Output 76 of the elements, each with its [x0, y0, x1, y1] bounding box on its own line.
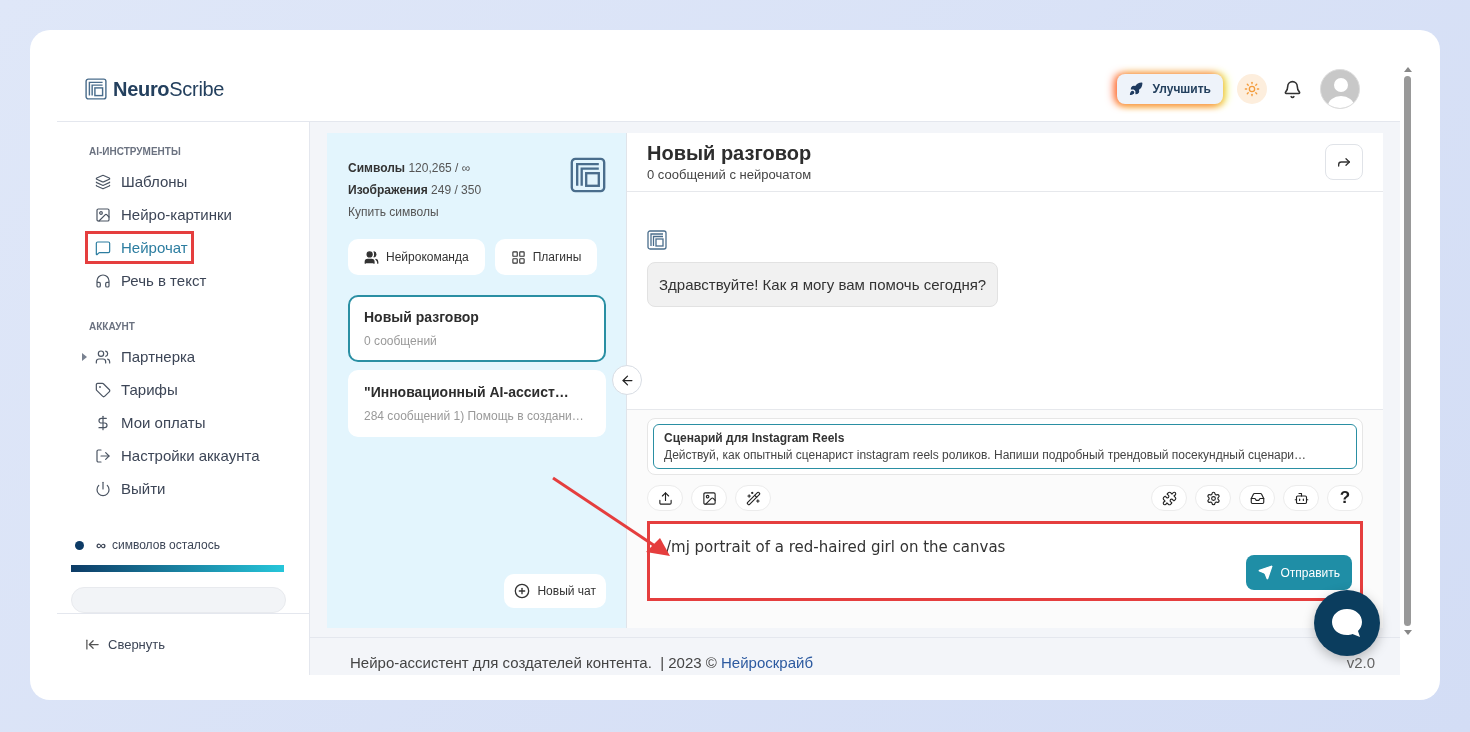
grid-icon [510, 249, 526, 265]
nav-item[interactable]: Настройки аккаунта [85, 439, 266, 472]
panel-button[interactable]: Плагины [494, 239, 598, 275]
section-title: АККАУНТ [89, 321, 136, 332]
send-button[interactable]: Отправить [1246, 555, 1352, 590]
nav-item[interactable]: Шаблоны [85, 165, 194, 198]
tool-button[interactable] [1239, 485, 1275, 511]
tool-button[interactable] [647, 485, 683, 511]
logo-icon [85, 78, 107, 100]
panel-button[interactable]: Нейрокоманда [348, 239, 485, 275]
logout-icon [95, 447, 111, 464]
footer-link[interactable]: Нейроскрайб [721, 654, 813, 671]
nav-item[interactable]: Партнерка [85, 340, 202, 373]
collapse-icon [85, 637, 100, 652]
bell-icon [1283, 79, 1302, 99]
stat-text: Символы 120,265 / ∞ [348, 160, 472, 177]
conversation-item[interactable]: Новый разговор 0 сообщений [348, 295, 606, 362]
plus-icon [514, 583, 531, 599]
conversation-subtitle: 284 сообщений 1) Помощь в создани… [364, 409, 585, 423]
puzzle-icon [1161, 490, 1177, 506]
footer-text: Нейро-ассистент для создателей контента. | 2023 © Нейроскрайб [350, 654, 814, 671]
tag-icon [95, 381, 111, 398]
settings-icon [1205, 490, 1221, 506]
logo-icon [570, 157, 606, 193]
chat-title: Новый разговор [647, 142, 813, 165]
conversation-title: "Инновационный AI-ассист… [364, 384, 570, 400]
message-bubble: Здравствуйте! Как я могу вам помочь сегодня? [647, 262, 999, 307]
share-button[interactable] [1325, 144, 1363, 180]
infinity-symbol: ∞ [96, 537, 106, 553]
brand-name: NeuroScribe [113, 77, 225, 101]
nav-item[interactable]: Тарифы [85, 373, 184, 406]
image-icon [95, 206, 111, 223]
tool-button[interactable] [691, 485, 727, 511]
conversation-item[interactable]: "Инновационный AI-ассист… 284 сообщений 1) Помощь в создани… [348, 370, 606, 437]
tool-button[interactable] [735, 485, 771, 511]
bot-icon [1293, 490, 1309, 506]
nav-item[interactable]: Мои оплаты [85, 406, 212, 439]
section-title: AI-ИНСТРУМЕНТЫ [89, 146, 182, 157]
tool-button[interactable] [1151, 485, 1187, 511]
nav-item[interactable]: Нейро-картинки [85, 198, 238, 231]
template-card[interactable]: Сценарий для Instagram Reels Действуй, как опытный сценарист instagram reels роликов. Напиши подробный трендовый посекундный сценари… [647, 418, 1363, 475]
layers-icon [95, 173, 111, 190]
conversation-title: Новый разговор [364, 309, 480, 325]
new-chat-button[interactable]: Новый чат [504, 574, 606, 608]
nav-item[interactable]: Речь в текст [85, 264, 213, 297]
version-label: v2.0 [1346, 654, 1375, 671]
template-title: Сценарий для Instagram Reels [664, 431, 846, 445]
collapse-button[interactable]: Свернуть [79, 636, 171, 653]
nav-item[interactable]: Нейрочат [85, 231, 194, 264]
inbox-icon [1249, 490, 1265, 506]
sun-icon [1244, 81, 1260, 97]
bot-avatar-icon [647, 230, 667, 250]
users-icon [364, 249, 379, 265]
wand-icon [745, 490, 761, 506]
help-button[interactable]: ? [1327, 485, 1363, 511]
chat-icon [95, 239, 111, 256]
buy-symbols-link[interactable]: Купить символы [348, 205, 439, 219]
speech-bubble-icon [1330, 607, 1364, 639]
conversation-subtitle: 0 сообщений [364, 334, 438, 348]
rocket-icon [1128, 82, 1143, 96]
power-icon [95, 480, 111, 497]
headphones-icon [95, 272, 111, 289]
chat-subtitle: 0 сообщений с нейрочатом [647, 167, 813, 182]
upload-icon [657, 490, 673, 506]
upgrade-button[interactable]: Улучшить [1116, 74, 1223, 104]
image-icon [701, 490, 717, 506]
stat-text: Изображения 249 / 350 [348, 182, 482, 199]
dollar-icon [95, 414, 111, 431]
users-icon [95, 348, 111, 365]
tool-button[interactable] [1283, 485, 1319, 511]
quota-label: символов осталось [112, 538, 220, 552]
template-text: Действуй, как опытный сценарист instagram reels роликов. Напиши подробный трендовый посекундный сценари… [664, 448, 1308, 462]
message-input[interactable]: /mj portrait of a red-haired girl on the canvas Отправить [647, 521, 1363, 601]
tool-button[interactable] [1195, 485, 1231, 511]
nav-item[interactable]: Выйти [85, 472, 172, 505]
send-icon [1258, 565, 1274, 580]
